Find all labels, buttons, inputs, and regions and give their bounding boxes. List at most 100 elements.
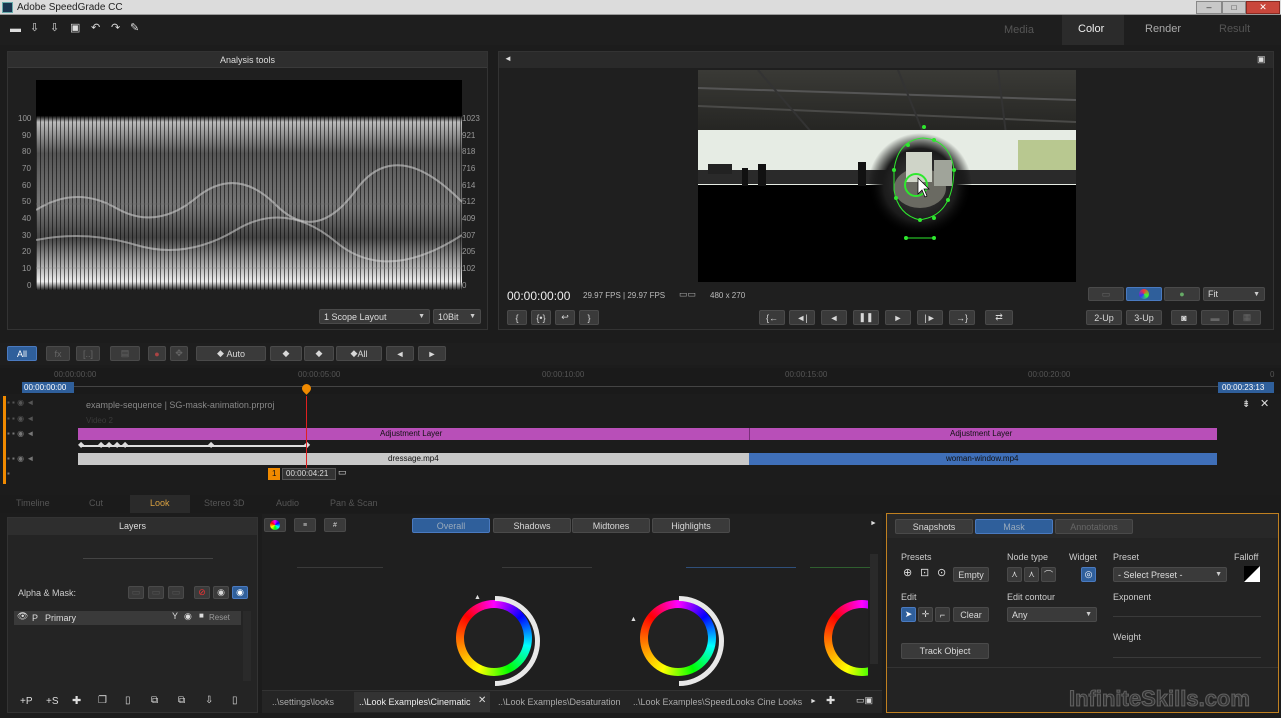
snapshot-camera-button[interactable]: ◙ — [1171, 310, 1197, 325]
exponent-slider[interactable] — [1113, 616, 1261, 617]
go-to-end-button[interactable]: →} — [949, 310, 975, 325]
open-folder-icon[interactable]: ▬ — [10, 24, 21, 35]
tab-midtones[interactable]: Midtones — [572, 518, 650, 533]
delete-layer-icon[interactable]: ▯ — [125, 696, 131, 706]
mark-in-button[interactable]: { — [507, 310, 527, 325]
alpha-a-button[interactable]: ▭ — [148, 586, 164, 599]
tab-snapshots[interactable]: Snapshots — [895, 519, 973, 534]
remove-keyframe-button[interactable]: ◆ — [304, 346, 334, 361]
tab-stereo-3d[interactable]: Stereo 3D — [204, 498, 245, 508]
circle-preset-icon[interactable]: ⊙ — [937, 568, 946, 579]
close-sequence-icon[interactable]: ✕ — [1260, 399, 1269, 410]
widget-toggle-button[interactable]: ◎ — [1081, 567, 1096, 582]
sliders-mode-button[interactable]: ≡ — [294, 518, 316, 532]
transform-button[interactable]: ✥ — [170, 346, 188, 361]
redo-icon[interactable]: ↷ — [111, 23, 120, 34]
node-corner-button[interactable]: ⋏ — [1007, 567, 1022, 582]
rgb-split-button[interactable]: ● — [1164, 287, 1200, 301]
panel-menu-icon[interactable]: ► — [870, 520, 877, 527]
loop-playback-button[interactable]: ⇄ — [985, 310, 1013, 325]
node-smooth-button[interactable]: ⋏ — [1024, 567, 1039, 582]
view-2up-button[interactable]: 2-Up — [1086, 310, 1122, 325]
color-wheel-view-button[interactable] — [1126, 287, 1162, 301]
keyframe-marker[interactable]: ◆ — [106, 441, 112, 449]
numeric-mode-button[interactable]: # — [324, 518, 346, 532]
trash-icon[interactable]: ▯ — [232, 696, 238, 706]
tab-cut[interactable]: Cut — [89, 498, 103, 508]
tab-shadows[interactable]: Shadows — [493, 518, 571, 533]
add-primary-button[interactable]: +P — [20, 696, 33, 707]
scopes-toggle-button[interactable]: ▭ — [1088, 287, 1124, 301]
ellipse-preset-icon[interactable]: ⊕ — [903, 568, 912, 579]
import-icon[interactable]: ⇩ — [30, 23, 39, 34]
loop-button[interactable]: ↩ — [555, 310, 575, 325]
timeline-ruler[interactable]: 00:00:00:00 00:00:05:00 00:00:10:00 00:0… — [0, 368, 1281, 395]
keyframe-track[interactable]: ◆ ◆ ◆ ◆ ◆ ◆ ◆ — [78, 441, 1217, 451]
look-path-speedlooks[interactable]: ..\Look Examples\SpeedLooks Cine Looks — [633, 697, 802, 707]
tab-timeline[interactable]: Timeline — [16, 498, 50, 508]
falloff-graph[interactable] — [1244, 566, 1260, 582]
tab-overall[interactable]: Overall — [412, 518, 490, 533]
keyframe-marker[interactable]: ◆ — [122, 441, 128, 449]
save-icon[interactable]: ▣ — [70, 23, 80, 34]
next-keyframe-button[interactable]: ► — [418, 346, 446, 361]
add-point-button[interactable]: ✛ — [918, 607, 933, 622]
color-wheels-mode-button[interactable] — [264, 518, 286, 532]
tab-annotations[interactable]: Annotations — [1055, 519, 1133, 534]
prev-keyframe-button[interactable]: ◄ — [386, 346, 414, 361]
close-tab-icon[interactable]: ✕ — [478, 696, 486, 706]
preset-dropdown[interactable]: - Select Preset - — [1113, 567, 1227, 582]
play-button[interactable]: ► — [885, 310, 911, 325]
mark-clip-button[interactable]: {•} — [531, 310, 551, 325]
layer-row-primary[interactable]: 👁 P Primary Y ◉ ■ Reset — [14, 611, 241, 625]
export-icon[interactable]: ⇩ — [50, 23, 59, 34]
rect-preset-icon[interactable]: ⊡ — [920, 568, 929, 579]
fit-dropdown[interactable]: Fit — [1203, 287, 1265, 301]
play-reverse-button[interactable]: ◄ — [821, 310, 847, 325]
mask-layer-icon[interactable]: ◉ — [184, 612, 192, 621]
color-keyframe-button[interactable]: ● — [148, 346, 166, 361]
tab-mask[interactable]: Mask — [975, 519, 1053, 534]
mask-outside-button[interactable]: ◉ — [232, 586, 248, 599]
mask-inside-button[interactable]: ◉ — [213, 586, 229, 599]
add-keyframe-button[interactable]: ◆ — [270, 346, 302, 361]
keyframe-marker[interactable]: ◆ — [78, 441, 84, 449]
layer-stack-icon[interactable]: ⧉ — [151, 696, 158, 706]
clear-button[interactable]: Clear — [953, 607, 989, 622]
go-to-start-button[interactable]: {← — [759, 310, 785, 325]
empty-preset-button[interactable]: Empty — [953, 567, 989, 582]
select-tool-button[interactable]: ➤ — [901, 607, 916, 622]
marker-note-icon[interactable]: ▭ — [338, 468, 347, 477]
tab-audio[interactable]: Audio — [276, 498, 299, 508]
filter-grade-button[interactable]: ▤ — [110, 346, 140, 361]
mask-link-icon[interactable]: Y — [172, 612, 178, 621]
maximize-button[interactable]: □ — [1222, 1, 1246, 14]
layer-group-icon[interactable]: ⧉ — [178, 696, 185, 706]
remove-point-button[interactable]: ⌐ — [935, 607, 950, 622]
look-path-settings[interactable]: ..\settings\looks — [272, 697, 334, 707]
tab-pan-scan[interactable]: Pan & Scan — [330, 498, 378, 508]
look-path-desaturation[interactable]: ..\Look Examples\Desaturation — [498, 697, 621, 707]
save-look-icon[interactable]: ⇩ — [205, 696, 213, 706]
duplicate-layer-icon[interactable]: ❐ — [98, 696, 107, 706]
undo-icon[interactable]: ↶ — [91, 23, 100, 34]
look-scrollbar[interactable] — [870, 554, 878, 664]
playhead-handle[interactable] — [300, 382, 313, 395]
node-bezier-button[interactable]: ⌒ — [1041, 567, 1056, 582]
close-window-button[interactable]: ✕ — [1246, 1, 1280, 14]
look-path-cinematic[interactable]: ..\Look Examples\Cinematic — [359, 697, 471, 707]
add-secondary-button[interactable]: +S — [46, 696, 59, 707]
collapse-left-icon[interactable]: ◄ — [504, 55, 512, 63]
tab-look[interactable]: Look — [150, 498, 170, 508]
keyframe-marker[interactable]: ◆ — [114, 441, 120, 449]
keyframe-marker[interactable]: ◆ — [98, 441, 104, 449]
filter-range-button[interactable]: [..] — [76, 346, 100, 361]
add-layer-icon[interactable]: ✚ — [72, 696, 81, 707]
layers-scrollbar[interactable] — [243, 611, 251, 681]
keyframe-marker[interactable]: ◆ — [304, 441, 310, 449]
weight-slider[interactable] — [1113, 657, 1261, 658]
pause-button[interactable]: ❚❚ — [853, 310, 879, 325]
step-back-button[interactable]: ◄| — [789, 310, 815, 325]
compare-b-button[interactable]: ▦ — [1233, 310, 1261, 325]
eye-icon[interactable]: 👁 — [17, 612, 28, 621]
